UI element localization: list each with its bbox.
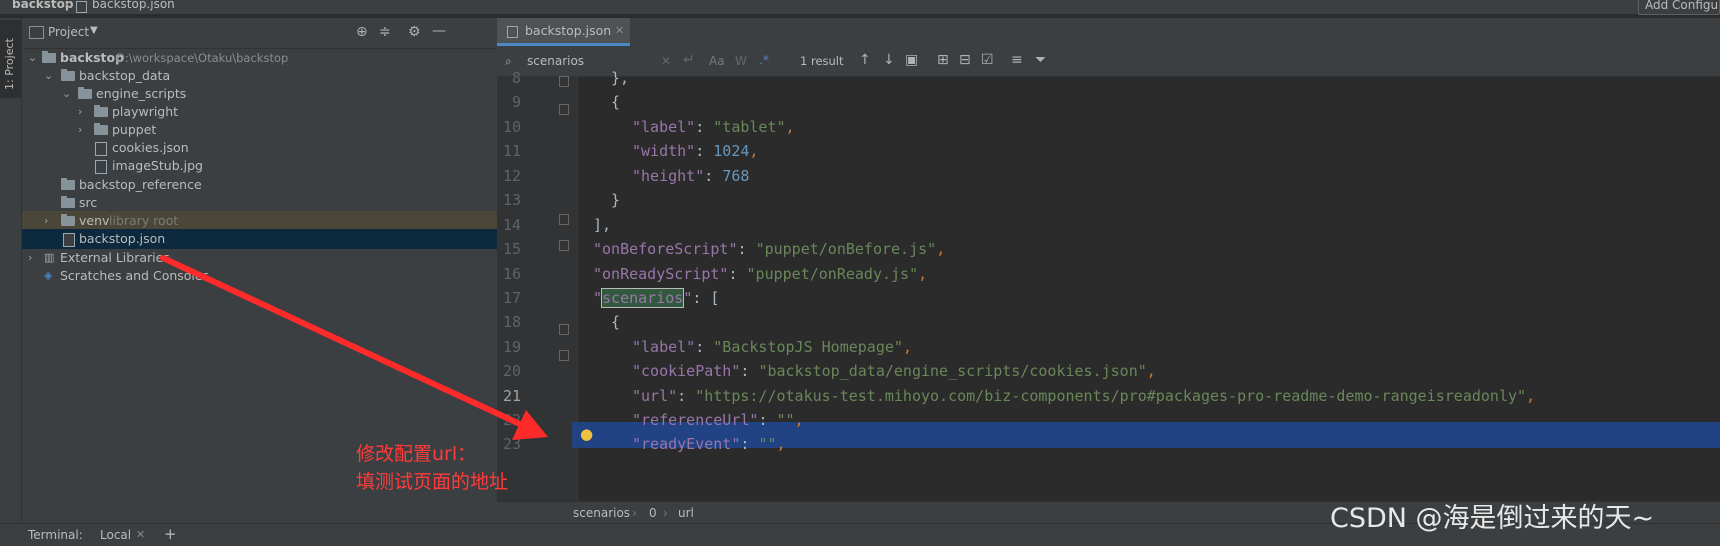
- annotation-line-1: 修改配置url：: [356, 443, 477, 465]
- annotation-line-2: 填测试页面的地址: [356, 471, 509, 493]
- arrow-shaft: [160, 255, 525, 428]
- annotation-arrow: [160, 255, 548, 440]
- annotation-note: 修改配置url： 填测试页面的地址: [356, 440, 508, 496]
- watermark: CSDN @海是倒过来的天~: [1330, 503, 1655, 534]
